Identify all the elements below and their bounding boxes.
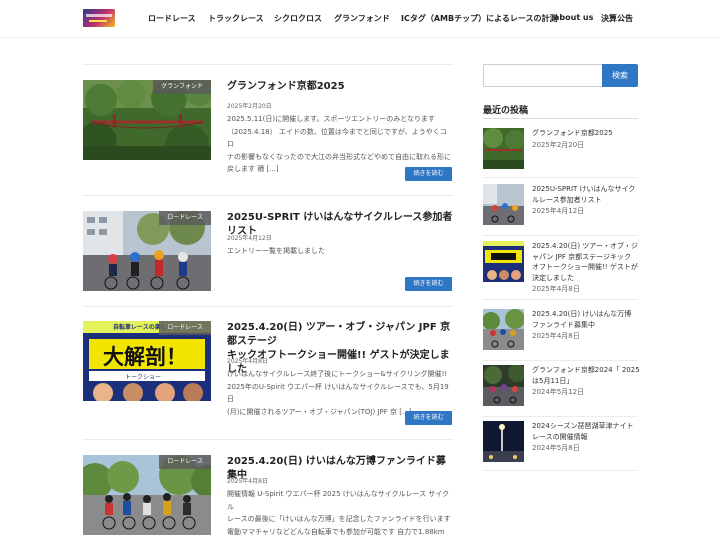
nav-item-about-us[interactable]: about us	[554, 13, 593, 22]
post-divider	[83, 195, 453, 196]
recent-post-item: 2025.4.20(日) ツアー・オブ・ジ ャパン JPF 京都ステージキック オフ…	[483, 241, 638, 300]
recent-post-divider	[483, 416, 638, 417]
recent-post-divider	[483, 177, 638, 178]
category-badge[interactable]: グランフォンド	[153, 80, 211, 94]
recent-post-divider	[483, 299, 638, 300]
category-badge[interactable]: ロードレース	[159, 455, 211, 469]
banner-big-text: 大解剖！	[103, 345, 187, 369]
post-title[interactable]: グランフォンド京都2025	[227, 80, 455, 94]
post-thumbnail[interactable]: ロードレース	[83, 455, 211, 535]
nav-item-granfondo[interactable]: グランフォンド	[334, 13, 390, 24]
recent-post-item: グランフォンド京都2025 2025年2月20日	[483, 128, 638, 178]
recent-post-divider	[483, 470, 638, 471]
post-divider	[83, 439, 453, 440]
post-card: ロードレース 2025.4.20(日) けいはんな万博ファンライド募集中 202…	[83, 455, 453, 540]
post-card: グランフォンド グランフォンド京都2025 2025年2月20日 2025.5.…	[83, 80, 453, 184]
recent-post-date: 2025年2月20日	[532, 141, 585, 149]
read-more-button[interactable]: 続きを読む	[405, 277, 452, 291]
recent-post-thumbnail[interactable]	[483, 365, 524, 406]
nav-item-track-race[interactable]: トラックレース	[208, 13, 264, 24]
post-date: 2025年4月8日	[227, 358, 268, 365]
recent-post-item: グランフォンド京都2024「 2025 は5月11日」 2024年5月12日	[483, 365, 640, 417]
recent-post-date: 2025年4月8日	[532, 285, 580, 293]
recent-post-divider	[483, 360, 638, 361]
recent-post-date: 2024年5月8日	[532, 444, 580, 452]
read-more-button[interactable]: 続きを読む	[405, 411, 452, 425]
recent-post-title[interactable]: 2025.4.20(日) けいはんな万博 ファンライド募集中	[532, 309, 640, 330]
recent-post-thumbnail[interactable]	[483, 421, 524, 462]
category-badge[interactable]: ロードレース	[159, 211, 211, 225]
nav-item-cyclocross[interactable]: シクロクロス	[274, 13, 322, 24]
recent-post-item: 2025.4.20(日) けいはんな万博 ファンライド募集中 2025年4月8日	[483, 309, 638, 361]
post-divider	[83, 306, 453, 307]
read-more-button[interactable]: 続きを読む	[405, 167, 452, 181]
recent-posts-heading: 最近の投稿	[483, 106, 529, 116]
nav-item-road-race[interactable]: ロードレース	[148, 13, 196, 24]
site-header: ロードレース トラックレース シクロクロス グランフォンド ICタグ（AMBチッ…	[0, 0, 720, 38]
recent-post-title[interactable]: 2024シーズン琵琶湖草津ナイト レースの開催情報	[532, 421, 640, 442]
recent-post-thumbnail[interactable]	[483, 184, 524, 225]
post-date: 2025年2月20日	[227, 103, 272, 110]
post-card: 自転車レースの楽しさ 大解剖！ トークショー ロードレース 2025.4.20(…	[83, 321, 453, 431]
recent-post-item: 2024シーズン琵琶湖草津ナイト レースの開催情報 2024年5月8日	[483, 421, 638, 471]
post-date: 2025年4月8日	[227, 478, 268, 485]
recent-post-title[interactable]: グランフォンド京都2025	[532, 128, 640, 139]
search-input[interactable]	[483, 64, 602, 87]
post-thumbnail[interactable]: 自転車レースの楽しさ 大解剖！ トークショー ロードレース	[83, 321, 211, 401]
recent-post-thumbnail[interactable]	[483, 309, 524, 350]
recent-post-date: 2024年5月12日	[532, 388, 585, 396]
recent-post-title[interactable]: 2025U-SPRIT けいはんなサイク ルレース参加者リスト	[532, 184, 640, 205]
recent-post-divider	[483, 235, 638, 236]
search-button[interactable]: 検索	[602, 64, 638, 87]
post-thumbnail[interactable]: グランフォンド	[83, 80, 211, 160]
post-thumbnail[interactable]: ロードレース	[83, 211, 211, 291]
post-excerpt: 開催情報 U-Spirit ウエパー杯 2025 けいはんなサイクルレース サイ…	[227, 490, 451, 536]
post-excerpt: エントリー一覧を掲載しました	[227, 247, 325, 255]
recent-post-thumbnail[interactable]	[483, 241, 524, 282]
recent-post-item: 2025U-SPRIT けいはんなサイク ルレース参加者リスト 2025年4月12…	[483, 184, 638, 236]
nav-item-ic-tag[interactable]: ICタグ（AMBチップ）によるレースの計測	[401, 13, 557, 24]
nav-item-financial-notice[interactable]: 決算公告	[601, 13, 633, 24]
post-divider	[83, 64, 453, 65]
banner-sub-text: トークショー	[125, 374, 162, 381]
recent-post-date: 2025年4月12日	[532, 207, 585, 215]
recent-post-title[interactable]: 2025.4.20(日) ツアー・オブ・ジ ャパン JPF 京都ステージキック オフ…	[532, 241, 640, 283]
post-card: ロードレース 2025U-SPRIT けいはんなサイクルレース参加者リスト 20…	[83, 211, 453, 291]
widget-divider	[483, 118, 638, 119]
site-logo[interactable]	[83, 9, 115, 27]
recent-post-thumbnail[interactable]	[483, 128, 524, 169]
post-date: 2025年4月12日	[227, 235, 272, 242]
category-badge[interactable]: ロードレース	[159, 321, 211, 335]
recent-post-date: 2025年4月8日	[532, 332, 580, 340]
recent-post-title[interactable]: グランフォンド京都2024「 2025 は5月11日」	[532, 365, 640, 386]
